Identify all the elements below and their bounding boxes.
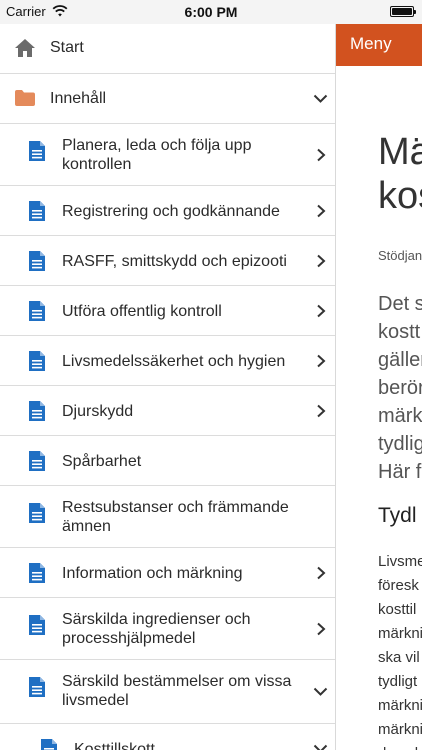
document-icon bbox=[29, 301, 45, 321]
chevron-down-icon bbox=[313, 744, 328, 750]
drawer-item-text: Registrering och godkännande bbox=[62, 202, 302, 221]
home-icon bbox=[15, 39, 35, 57]
menu-button[interactable]: Meny bbox=[350, 34, 392, 54]
chevron-right-icon bbox=[317, 148, 326, 161]
drawer-item-label: Start bbox=[50, 39, 84, 56]
navigation-drawer: Start Innehåll Planera, leda och följa u… bbox=[0, 24, 336, 750]
battery-icon bbox=[390, 6, 416, 17]
article-title-line: Mä bbox=[378, 131, 422, 173]
drawer-item-text: Särskild bestämmelser om vissa livsmedel bbox=[62, 672, 302, 710]
chevron-right-icon bbox=[317, 622, 326, 635]
drawer-item[interactable]: Djurskydd bbox=[0, 386, 335, 436]
document-icon bbox=[29, 351, 45, 371]
article-title-line: kos bbox=[378, 175, 422, 217]
drawer-item-text: Livsmedelssäkerhet och hygien bbox=[62, 352, 302, 371]
drawer-item-label: livsmedel bbox=[62, 692, 129, 709]
drawer-item-text: Kosttillskott bbox=[74, 740, 314, 750]
chevron-right-icon bbox=[317, 204, 326, 217]
drawer-item-label: Innehåll bbox=[50, 90, 107, 107]
lead-line: tydlig bbox=[378, 433, 422, 455]
document-icon bbox=[29, 677, 45, 697]
drawer-item-label: Livsmedelssäkerhet och hygien bbox=[62, 353, 286, 370]
document-icon bbox=[29, 141, 45, 161]
drawer-item[interactable]: Särskilda ingredienser och processhjälpme… bbox=[0, 598, 335, 660]
paragraph-line: den sk bbox=[378, 742, 422, 750]
content-pane: Meny Mä kos Stödjan Det st kostt gäller … bbox=[336, 0, 422, 750]
article-byline: Stödjan bbox=[378, 248, 422, 263]
document-icon bbox=[41, 739, 57, 750]
document-icon bbox=[29, 451, 45, 471]
paragraph-line: kosttil bbox=[378, 601, 417, 618]
drawer-item[interactable]: Spårbarhet bbox=[0, 436, 335, 486]
drawer-item-label: Restsubstanser och främmande bbox=[62, 499, 289, 516]
paragraph-line: ska vil bbox=[378, 649, 420, 666]
drawer-item-label: Utföra offentlig kontroll bbox=[62, 303, 222, 320]
paragraph-line: märkni bbox=[378, 625, 422, 642]
status-time: 6:00 PM bbox=[184, 4, 238, 20]
article-paragraph: Livsme föresk kosttil märkni ska vil tyd… bbox=[378, 550, 422, 750]
drawer-item[interactable]: Registrering och godkännande bbox=[0, 186, 335, 236]
drawer-item-label: Information och märkning bbox=[62, 565, 243, 582]
drawer-item-label: Särskilda ingredienser och bbox=[62, 611, 251, 628]
lead-line: märkn bbox=[378, 405, 422, 427]
article-title: Mä kos bbox=[378, 130, 422, 218]
drawer-item-label: Kosttillskott bbox=[74, 741, 155, 750]
drawer-item-label: Djurskydd bbox=[62, 403, 134, 420]
article-lead: Det st kostt gäller berörd märkn tydlig … bbox=[378, 290, 422, 486]
lead-line: Här fa bbox=[378, 461, 422, 483]
drawer-subitem[interactable]: Kosttillskott bbox=[0, 724, 335, 750]
chevron-right-icon bbox=[317, 254, 326, 267]
drawer-item-label: Särskild bestämmelser om vissa bbox=[62, 673, 292, 690]
drawer-item-label: kontrollen bbox=[62, 156, 132, 173]
lead-line: Det st bbox=[378, 293, 422, 315]
drawer-item-label: Planera, leda och följa upp bbox=[62, 137, 252, 154]
drawer-item[interactable]: Information och märkning bbox=[0, 548, 335, 598]
paragraph-line: Livsme bbox=[378, 553, 422, 570]
document-icon bbox=[29, 563, 45, 583]
chevron-right-icon bbox=[317, 304, 326, 317]
drawer-item-text: Särskilda ingredienser och processhjälpme… bbox=[62, 610, 302, 648]
paragraph-line: märkni bbox=[378, 697, 422, 714]
document-icon bbox=[29, 251, 45, 271]
chevron-right-icon bbox=[317, 354, 326, 367]
drawer-item-text: Information och märkning bbox=[62, 564, 302, 583]
paragraph-line: tydligt bbox=[378, 673, 418, 690]
drawer-item-text: Spårbarhet bbox=[62, 452, 302, 471]
document-icon bbox=[29, 401, 45, 421]
drawer-item-text: Djurskydd bbox=[62, 402, 302, 421]
lead-line: gäller bbox=[378, 349, 422, 371]
folder-icon bbox=[15, 90, 35, 106]
document-icon bbox=[29, 503, 45, 523]
drawer-item-label: Spårbarhet bbox=[62, 453, 142, 470]
document-icon bbox=[29, 615, 45, 635]
drawer-item[interactable]: RASFF, smittskydd och epizooti bbox=[0, 236, 335, 286]
drawer-item-label: processhjälpmedel bbox=[62, 630, 196, 647]
drawer-item[interactable]: Utföra offentlig kontroll bbox=[0, 286, 335, 336]
drawer-item[interactable]: Planera, leda och följa upp kontrollen bbox=[0, 124, 335, 186]
paragraph-line: föresk bbox=[378, 577, 419, 594]
paragraph-line: märkni bbox=[378, 721, 422, 738]
drawer-item-text: RASFF, smittskydd och epizooti bbox=[62, 252, 302, 271]
document-icon bbox=[29, 201, 45, 221]
lead-line: berörd bbox=[378, 377, 422, 399]
drawer-item[interactable]: Livsmedelssäkerhet och hygien bbox=[0, 336, 335, 386]
drawer-item-label: ämnen bbox=[62, 518, 111, 535]
article-subheading: Tydl bbox=[378, 504, 417, 527]
drawer-item[interactable]: Särskild bestämmelser om vissa livsmedel bbox=[0, 660, 335, 724]
chevron-down-icon bbox=[313, 687, 328, 696]
chevron-right-icon bbox=[317, 566, 326, 579]
lead-line: kostt bbox=[378, 321, 421, 343]
drawer-item-text: Restsubstanser och främmande ämnen bbox=[62, 498, 302, 536]
chevron-down-icon bbox=[313, 94, 328, 103]
status-bar: Carrier 6:00 PM bbox=[0, 0, 422, 24]
drawer-item-start[interactable]: Start bbox=[0, 24, 335, 74]
drawer-item[interactable]: Restsubstanser och främmande ämnen bbox=[0, 486, 335, 548]
drawer-section-innehall[interactable]: Innehåll bbox=[0, 74, 335, 124]
drawer-item-text: Utföra offentlig kontroll bbox=[62, 302, 302, 321]
chevron-right-icon bbox=[317, 404, 326, 417]
drawer-item-label: Registrering och godkännande bbox=[62, 203, 280, 220]
drawer-item-text: Planera, leda och följa upp kontrollen bbox=[62, 136, 302, 174]
drawer-item-label: RASFF, smittskydd och epizooti bbox=[62, 253, 287, 270]
